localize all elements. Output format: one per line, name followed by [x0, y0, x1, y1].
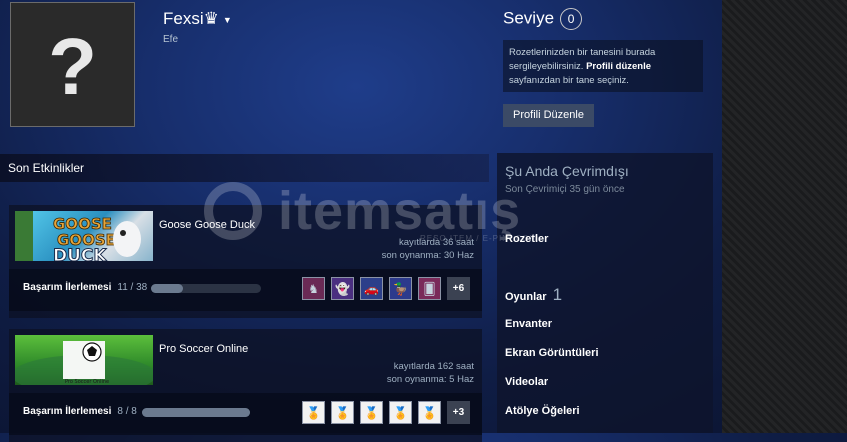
- side-background: [722, 0, 847, 433]
- recent-activity-header: Son Etkinlikler: [0, 154, 489, 182]
- sidebar-item-inventory[interactable]: Envanter: [505, 318, 552, 330]
- more-achievements-button[interactable]: +3: [447, 401, 470, 424]
- medal-icon[interactable]: 🏅: [360, 401, 383, 424]
- badge-text-after: sayfanızdan bir tane seçiniz.: [509, 75, 629, 86]
- game-hours: kayıtlarda 162 saat son oynanma: 5 Haz: [387, 360, 474, 386]
- soccer-art: Pro Soccer Online: [15, 341, 153, 385]
- last-online: Son Çevrimiçi 35 gün önce: [505, 184, 625, 195]
- achievement-icons: 🏅 🏅 🏅 🏅 🏅 +3: [302, 401, 470, 424]
- online-status: Şu Anda Çevrimdışı: [505, 163, 629, 179]
- edit-profile-link[interactable]: Profili düzenle: [586, 61, 651, 72]
- profile-name[interactable]: Fexsi♛ ▼: [163, 9, 232, 29]
- car-icon[interactable]: 🚗: [360, 277, 383, 300]
- achievement-count: 11 / 38: [117, 282, 148, 293]
- sidebar-item-workshop[interactable]: Atölye Öğeleri: [505, 405, 580, 417]
- game-card: GOOSE GOOSE DUCK Goose Goose Duck kayıtl…: [9, 205, 482, 318]
- level-label: Seviye: [503, 8, 555, 28]
- sidebar-item-badges[interactable]: Rozetler: [505, 233, 548, 245]
- sidebar-item-screenshots[interactable]: Ekran Görüntüleri: [505, 347, 599, 359]
- hours-on-record: kayıtlarda 162 saat: [393, 361, 474, 372]
- badge-showcase-hint: Rozetlerinizden bir tanesini burada serg…: [503, 40, 703, 92]
- avatar-placeholder: ?: [48, 22, 97, 111]
- achievement-label-text: Başarım İlerlemesi: [23, 406, 112, 417]
- card-icon[interactable]: 🂠: [418, 277, 441, 300]
- recent-activity-title: Son Etkinlikler: [8, 161, 85, 175]
- more-achievements-button[interactable]: +6: [447, 277, 470, 300]
- achievement-label[interactable]: Başarım İlerlemesi 11 / 38: [23, 282, 147, 293]
- avatar[interactable]: ?: [10, 2, 135, 127]
- last-played: son oynanma: 30 Haz: [381, 250, 474, 261]
- achievement-label-text: Başarım İlerlemesi: [23, 282, 112, 293]
- achievement-progress-fill: [151, 284, 183, 293]
- last-played: son oynanma: 5 Haz: [386, 374, 474, 385]
- achievement-label[interactable]: Başarım İlerlemesi 8 / 8: [23, 406, 137, 417]
- achievement-count: 8 / 8: [117, 406, 137, 417]
- duck-icon[interactable]: 🦆: [389, 277, 412, 300]
- game-hours: kayıtlarda 36 saat son oynanma: 30 Haz: [382, 236, 474, 262]
- level: Seviye 0: [503, 8, 583, 30]
- game-thumbnail[interactable]: GOOSE GOOSE DUCK: [15, 211, 153, 261]
- level-badge[interactable]: 0: [560, 8, 583, 30]
- game-name[interactable]: Pro Soccer Online: [159, 343, 248, 355]
- thumb-soccer: Pro Soccer Online: [65, 379, 109, 385]
- crown-icon: ♛: [203, 9, 219, 28]
- ghost-icon[interactable]: 👻: [331, 277, 354, 300]
- achievement-progress-bar: [142, 408, 250, 417]
- sidebar-item-games[interactable]: Oyunlar 1: [505, 285, 562, 305]
- chess-piece-icon[interactable]: ♞: [302, 277, 325, 300]
- goose-art: GOOSE GOOSE DUCK: [15, 211, 141, 261]
- sidebar-item-games-label: Oyunlar: [505, 291, 547, 303]
- medal-icon[interactable]: 🏅: [331, 401, 354, 424]
- profile-name-text: Fexsi: [163, 9, 204, 28]
- achievement-row: Başarım İlerlemesi 11 / 38 ♞ 👻 🚗 🦆 🂠 +6: [9, 269, 482, 311]
- achievement-icons: ♞ 👻 🚗 🦆 🂠 +6: [302, 277, 470, 300]
- achievement-row: Başarım İlerlemesi 8 / 8 🏅 🏅 🏅 🏅 🏅 +3: [9, 393, 482, 435]
- game-name[interactable]: Goose Goose Duck: [159, 219, 255, 231]
- edit-profile-button[interactable]: Profili Düzenle: [503, 104, 594, 127]
- status-panel: Şu Anda Çevrimdışı Son Çevrimiçi 35 gün …: [497, 153, 713, 433]
- medal-icon[interactable]: 🏅: [302, 401, 325, 424]
- real-name: Efe: [163, 34, 179, 45]
- achievement-progress-fill: [142, 408, 250, 417]
- medal-icon[interactable]: 🏅: [389, 401, 412, 424]
- chevron-down-icon[interactable]: ▼: [223, 15, 232, 25]
- medal-icon[interactable]: 🏅: [418, 401, 441, 424]
- game-card: Pro Soccer Online Pro Soccer Online kayı…: [9, 329, 482, 442]
- thumb-duck: DUCK: [53, 246, 107, 261]
- hours-on-record: kayıtlarda 36 saat: [399, 237, 474, 248]
- game-thumbnail[interactable]: Pro Soccer Online: [15, 335, 153, 385]
- achievement-progress-bar: [151, 284, 261, 293]
- games-count: 1: [552, 285, 563, 304]
- sidebar-item-videos[interactable]: Videolar: [505, 376, 548, 388]
